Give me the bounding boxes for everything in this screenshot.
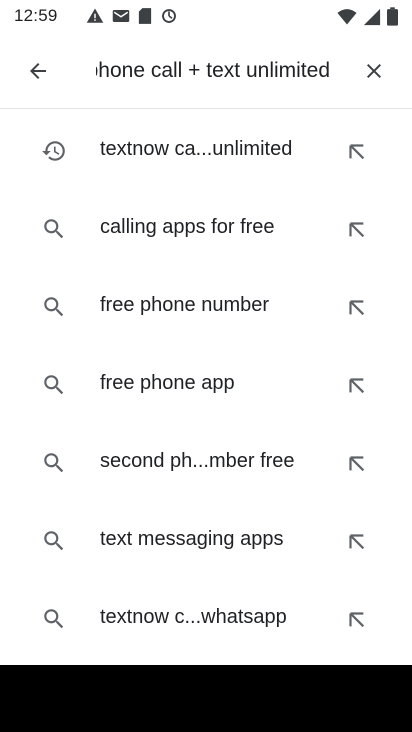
fill-query-icon[interactable] xyxy=(342,215,370,243)
search-icon xyxy=(40,371,68,399)
fill-query-icon[interactable] xyxy=(342,137,370,165)
system-icons xyxy=(337,7,398,26)
close-icon xyxy=(367,64,381,78)
status-time: 12:59 xyxy=(14,6,58,25)
back-button[interactable] xyxy=(18,53,58,89)
suggestion-item[interactable]: free phone app xyxy=(0,344,412,422)
fill-query-icon[interactable] xyxy=(342,449,370,477)
suggestion-item[interactable]: second ph...mber free xyxy=(0,422,412,500)
suggestion-item[interactable]: textnow c...whatsapp xyxy=(0,578,412,656)
suggestion-item[interactable]: textnow ca...unlimited xyxy=(0,110,412,188)
suggestion-item[interactable]: free phone number xyxy=(0,266,412,344)
status-bar: 12:59 xyxy=(0,0,412,33)
suggestion-label: second ph...mber free xyxy=(100,450,295,472)
suggestion-item[interactable]: calling apps for free xyxy=(0,188,412,266)
search-icon xyxy=(40,527,68,555)
navigation-bar xyxy=(0,665,412,732)
suggestion-label: calling apps for free xyxy=(100,216,275,238)
battery-icon xyxy=(387,7,398,26)
suggestion-label: text messaging apps xyxy=(100,528,284,550)
fill-query-icon[interactable] xyxy=(342,293,370,321)
search-icon xyxy=(40,605,68,633)
suggestion-item[interactable]: text messaging apps xyxy=(0,500,412,578)
search-icon xyxy=(40,293,68,321)
search-icon xyxy=(40,449,68,477)
fill-query-icon[interactable] xyxy=(342,527,370,555)
suggestion-label: textnow c...whatsapp xyxy=(100,606,287,628)
arrow-back-icon xyxy=(30,63,46,79)
fill-query-icon[interactable] xyxy=(342,371,370,399)
suggestion-label: textnow ca...unlimited xyxy=(100,138,293,160)
search-bar: free phone call + text unlimited xyxy=(0,33,412,109)
suggestion-label: free phone number xyxy=(100,294,270,316)
search-icon xyxy=(40,215,68,243)
sd-card-icon xyxy=(138,8,152,24)
suggestion-label: free phone app xyxy=(100,372,235,394)
signal-icon xyxy=(363,8,381,25)
search-input[interactable]: free phone call + text unlimited xyxy=(96,55,330,87)
wifi-icon xyxy=(337,8,357,24)
fill-query-icon[interactable] xyxy=(342,605,370,633)
history-icon xyxy=(40,137,68,165)
search-query-text: free phone call + text unlimited xyxy=(96,59,330,82)
clear-search-button[interactable] xyxy=(356,53,392,89)
sync-icon xyxy=(162,9,176,23)
alert-triangle-icon xyxy=(86,8,104,23)
notification-icons xyxy=(86,7,178,25)
gmail-icon xyxy=(112,10,130,22)
